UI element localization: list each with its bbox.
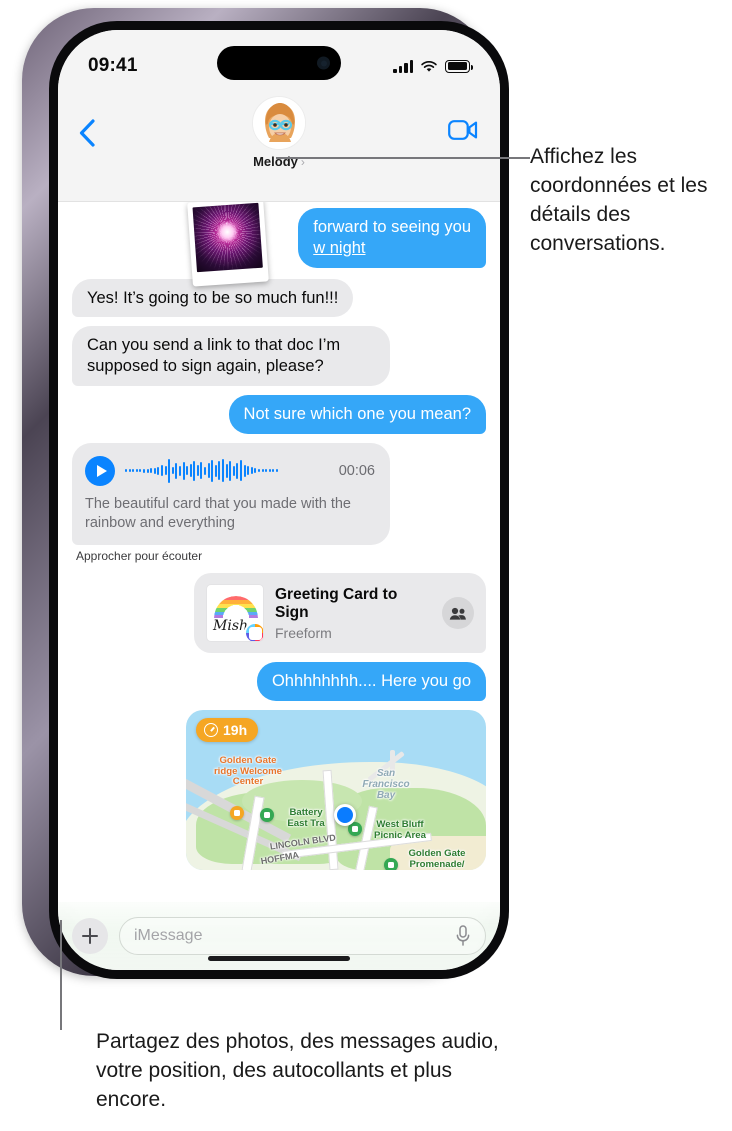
phone-screen: 09:41 Melody › forward to seeing you w n… bbox=[58, 30, 500, 970]
play-icon[interactable] bbox=[85, 455, 115, 486]
map-poi-icon bbox=[384, 858, 398, 871]
status-bar-indicators bbox=[393, 59, 473, 73]
fireworks-photo-thumbnail[interactable] bbox=[187, 202, 269, 287]
message-row: Can you send a link to that doc I’m supp… bbox=[72, 326, 486, 386]
status-bar-time: 09:41 bbox=[88, 55, 138, 76]
freeform-link-card[interactable]: Mish Greeting Card to Sign Freeform bbox=[194, 573, 486, 654]
back-chevron-icon bbox=[79, 119, 95, 147]
audio-player-row: 00:06 bbox=[85, 455, 375, 486]
message-bubble-outgoing[interactable]: Not sure which one you mean? bbox=[228, 394, 493, 434]
shared-location-map[interactable]: Golden Gate ridge Welcome Center Battery… bbox=[186, 710, 486, 871]
message-input-placeholder: iMessage bbox=[134, 927, 203, 944]
freeform-card-title: Greeting Card to Sign bbox=[275, 585, 398, 621]
audio-message-bubble[interactable]: 00:06 The beautiful card that you made w… bbox=[72, 442, 390, 546]
map-label: Golden Gate ridge Welcome Center bbox=[213, 755, 283, 788]
current-location-dot bbox=[334, 804, 356, 827]
memoji-avatar[interactable] bbox=[252, 96, 306, 150]
home-indicator bbox=[208, 956, 350, 961]
freeform-rainbow-thumbnail: Mish bbox=[206, 584, 264, 643]
message-list[interactable]: forward to seeing you w night Yes! It’s … bbox=[58, 202, 500, 902]
message-link-text[interactable]: w night bbox=[313, 239, 365, 257]
message-row: Mish Greeting Card to Sign Freeform bbox=[72, 573, 486, 654]
message-bubble-outgoing[interactable]: Ohhhhhhhh.... Here you go bbox=[256, 662, 493, 702]
thumb-script-text: Mish bbox=[213, 618, 249, 635]
callout-leader-line-bottom bbox=[60, 920, 62, 1030]
audio-raise-to-listen-caption: Approcher pour écouter bbox=[76, 549, 203, 564]
message-row: Not sure which one you mean? bbox=[72, 394, 493, 434]
message-input-bar: iMessage bbox=[58, 902, 500, 970]
back-button[interactable] bbox=[76, 118, 106, 148]
map-label: West Bluff Picnic Area bbox=[374, 819, 426, 841]
rainbow-art bbox=[214, 596, 258, 619]
facetime-button[interactable] bbox=[448, 120, 478, 145]
people-glyph bbox=[449, 607, 466, 620]
phone-frame: 09:41 Melody › forward to seeing you w n… bbox=[22, 8, 509, 979]
shared-with-you-people-icon[interactable] bbox=[442, 597, 474, 630]
callout-text-top: Affichez les coordonnées et les détails … bbox=[530, 145, 708, 255]
signal-bars-icon bbox=[393, 59, 413, 73]
battery-icon bbox=[445, 59, 473, 73]
fireworks-photo-art bbox=[192, 202, 263, 273]
map-label: Battery East Tra bbox=[287, 807, 325, 829]
message-row: Yes! It’s going to be so much fun!!! bbox=[72, 278, 486, 318]
location-timer-label: 19h bbox=[223, 722, 248, 739]
message-text: forward to seeing you bbox=[313, 218, 471, 236]
location-timer-badge: 19h bbox=[196, 718, 259, 743]
map-label-bay: San Francisco Bay bbox=[362, 768, 410, 802]
audio-transcript: The beautiful card that you made with th… bbox=[85, 495, 351, 531]
wifi-icon bbox=[421, 60, 437, 72]
front-camera-icon bbox=[317, 56, 330, 70]
audio-duration: 00:06 bbox=[338, 462, 375, 479]
clock-icon bbox=[204, 723, 218, 738]
message-row: forward to seeing you w night bbox=[72, 202, 492, 287]
message-input-field[interactable]: iMessage bbox=[119, 917, 486, 955]
screenshot-stage: 09:41 Melody › forward to seeing you w n… bbox=[0, 0, 732, 1131]
dynamic-island bbox=[217, 46, 341, 80]
plus-icon[interactable] bbox=[72, 918, 108, 954]
message-row: Golden Gate ridge Welcome Center Battery… bbox=[72, 710, 486, 871]
callout-text-bottom: Partagez des photos, des messages audio,… bbox=[96, 1030, 499, 1111]
callout-leader-line-top bbox=[276, 157, 530, 159]
audio-waveform[interactable] bbox=[125, 457, 329, 485]
freeform-card-meta: Greeting Card to Sign Freeform bbox=[275, 586, 431, 642]
message-bubble-incoming[interactable]: Can you send a link to that doc I’m supp… bbox=[72, 326, 390, 386]
memoji-avatar-art bbox=[253, 97, 305, 149]
conversation-header: Melody › bbox=[58, 88, 500, 202]
microphone-icon[interactable] bbox=[455, 925, 471, 947]
freeform-app-badge bbox=[244, 622, 263, 642]
freeform-card-subtitle: Freeform bbox=[275, 625, 332, 642]
message-row: Ohhhhhhhh.... Here you go bbox=[72, 662, 493, 702]
message-bubble-outgoing[interactable]: forward to seeing you w night bbox=[298, 208, 492, 268]
message-row: 00:06 The beautiful card that you made w… bbox=[72, 442, 486, 546]
video-camera-icon bbox=[448, 120, 478, 140]
map-label: Golden Gate Promenade/ bbox=[408, 848, 466, 870]
